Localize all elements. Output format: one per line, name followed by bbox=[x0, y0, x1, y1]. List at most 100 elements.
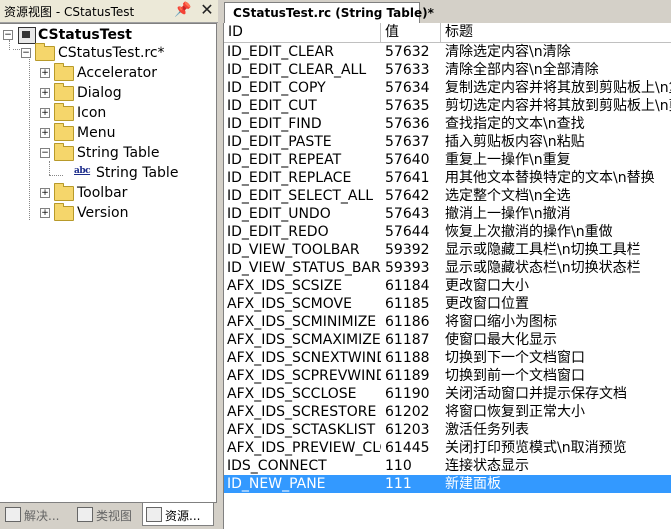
column-header-id[interactable]: ID bbox=[224, 23, 381, 42]
table-row[interactable]: ID_EDIT_REPEAT 57640 重复上一操作\n重复 bbox=[224, 151, 671, 169]
table-row[interactable]: AFX_IDS_PREVIEW_CLOSE61445 关闭打印预览模式\n取消预览 bbox=[224, 439, 671, 457]
cell-caption: 更改窗口大小 bbox=[445, 278, 529, 294]
table-row[interactable]: IDS_CONNECT 110 连接状态显示 bbox=[224, 457, 671, 475]
cell-id: ID_NEW_PANE bbox=[227, 476, 326, 492]
tree-folder-toolbar[interactable]: + Toolbar bbox=[38, 183, 208, 202]
cell-caption: 恢复上次撤消的操作\n重做 bbox=[445, 224, 613, 240]
table-row[interactable]: ID_EDIT_CLEAR 57632 清除选定内容\n清除 bbox=[224, 43, 671, 61]
table-row[interactable]: ID_EDIT_FIND 57636 查找指定的文本\n查找 bbox=[224, 115, 671, 133]
table-row[interactable]: ID_EDIT_REPLACE 57641 用其他文本替换特定的文本\n替换 bbox=[224, 169, 671, 187]
class-view-icon bbox=[77, 507, 93, 522]
tab-solution-explorer[interactable]: 解决... bbox=[2, 503, 72, 525]
folder-icon bbox=[54, 183, 74, 201]
string-table-grid: ID 值 标题 ID_EDIT_CLEAR 57632 清除选定内容\n清除 ID_E… bbox=[223, 23, 671, 529]
table-row[interactable]: ID_EDIT_PASTE 57637 插入剪贴板内容\n粘贴 bbox=[224, 133, 671, 151]
folder-icon bbox=[54, 103, 74, 121]
tab-resource-view[interactable]: 资源... bbox=[142, 503, 214, 526]
table-row[interactable]: AFX_IDS_SCCLOSE 61190 关闭活动窗口并提示保存文档 bbox=[224, 385, 671, 403]
cell-value: 57632 bbox=[385, 44, 430, 60]
cell-caption: 显示或隐藏工具栏\n切换工具栏 bbox=[445, 242, 641, 258]
cell-value: 57633 bbox=[385, 62, 430, 78]
collapse-icon[interactable]: − bbox=[3, 30, 13, 40]
expand-icon[interactable]: + bbox=[40, 108, 50, 118]
table-row[interactable]: AFX_IDS_SCNEXTWINDO...61188 切换到下一个文档窗口 bbox=[224, 349, 671, 367]
cell-id: AFX_IDS_SCTASKLIST bbox=[227, 422, 376, 438]
table-row[interactable]: AFX_IDS_SCMINIMIZE 61186 将窗口缩小为图标 bbox=[224, 313, 671, 331]
cell-value: 111 bbox=[385, 476, 412, 492]
close-icon[interactable]: ✕ bbox=[198, 1, 216, 19]
cell-value: 57636 bbox=[385, 116, 430, 132]
cell-id: ID_EDIT_SELECT_ALL bbox=[227, 188, 374, 204]
tree-folder-label: Toolbar bbox=[77, 185, 128, 201]
cell-value: 61445 bbox=[385, 440, 430, 456]
tab-label: 类视图 bbox=[96, 509, 133, 523]
tab-label: 资源... bbox=[165, 509, 201, 523]
table-row[interactable]: ID_EDIT_REDO 57644 恢复上次撤消的操作\n重做 bbox=[224, 223, 671, 241]
cell-id: ID_EDIT_CUT bbox=[227, 98, 317, 114]
table-row[interactable]: ID_EDIT_CUT 57635 剪切选定内容并将其放到剪贴板上\n剪切 bbox=[224, 97, 671, 115]
cell-caption: 插入剪贴板内容\n粘贴 bbox=[445, 134, 585, 150]
tree-folder-label: Icon bbox=[77, 105, 107, 121]
expand-icon[interactable]: + bbox=[40, 88, 50, 98]
table-row[interactable]: AFX_IDS_SCSIZE 61184 更改窗口大小 bbox=[224, 277, 671, 295]
cell-id: AFX_IDS_SCNEXTWINDO... bbox=[227, 350, 381, 366]
cell-caption: 关闭活动窗口并提示保存文档 bbox=[445, 386, 627, 402]
expand-icon[interactable]: + bbox=[40, 128, 50, 138]
tree-folder-label: String Table bbox=[77, 145, 160, 161]
cell-id: ID_EDIT_UNDO bbox=[227, 206, 331, 222]
table-row[interactable]: ID_VIEW_TOOLBAR 59392 显示或隐藏工具栏\n切换工具栏 bbox=[224, 241, 671, 259]
cell-caption: 清除全部内容\n全部清除 bbox=[445, 62, 599, 78]
tree-folder-icon[interactable]: + Icon bbox=[38, 103, 208, 122]
tree-folder-label: Version bbox=[77, 205, 129, 221]
cell-caption: 将窗口恢复到正常大小 bbox=[445, 404, 585, 420]
column-header-caption[interactable]: 标题 bbox=[441, 23, 671, 42]
cell-id: AFX_IDS_SCPREVWINDO... bbox=[227, 368, 381, 384]
tree-folder-dialog[interactable]: + Dialog bbox=[38, 83, 208, 102]
pin-icon[interactable]: 📌 bbox=[174, 1, 192, 19]
cell-value: 61184 bbox=[385, 278, 430, 294]
tree-folder-accelerator[interactable]: + Accelerator bbox=[38, 63, 208, 82]
cell-id: ID_EDIT_REDO bbox=[227, 224, 329, 240]
table-row[interactable]: AFX_IDS_SCRESTORE 61202 将窗口恢复到正常大小 bbox=[224, 403, 671, 421]
tree-folder-label: Accelerator bbox=[77, 65, 157, 81]
cell-id: ID_EDIT_CLEAR bbox=[227, 44, 334, 60]
tree-folder-menu[interactable]: + Menu bbox=[38, 123, 208, 142]
table-row[interactable]: ID_EDIT_CLEAR_ALL 57633 清除全部内容\n全部清除 bbox=[224, 61, 671, 79]
table-row[interactable]: ID_VIEW_STATUS_BAR 59393 显示或隐藏状态栏\n切换状态栏 bbox=[224, 259, 671, 277]
cell-value: 61185 bbox=[385, 296, 430, 312]
tree-root[interactable]: − CStatusTest bbox=[2, 26, 212, 44]
editor-tab-title: CStatusTest.rc (String Table)* bbox=[233, 6, 434, 20]
tree-folder-version[interactable]: + Version bbox=[38, 203, 208, 222]
tree-string-table-item[interactable]: abc String Table bbox=[74, 164, 210, 182]
string-table-icon: abc bbox=[74, 166, 91, 176]
table-row[interactable]: AFX_IDS_SCMOVE 61185 更改窗口位置 bbox=[224, 295, 671, 313]
cell-id: ID_EDIT_PASTE bbox=[227, 134, 332, 150]
cell-value: 61190 bbox=[385, 386, 430, 402]
cell-value: 57637 bbox=[385, 134, 430, 150]
table-row[interactable]: AFX_IDS_SCMAXIMIZE 61187 使窗口最大化显示 bbox=[224, 331, 671, 349]
table-row[interactable]: AFX_IDS_SCTASKLIST 61203 激活任务列表 bbox=[224, 421, 671, 439]
cell-caption: 查找指定的文本\n查找 bbox=[445, 116, 585, 132]
table-row[interactable]: ID_EDIT_COPY 57634 复制选定内容并将其放到剪贴板上\n复制 bbox=[224, 79, 671, 97]
cell-caption: 复制选定内容并将其放到剪贴板上\n复制 bbox=[445, 80, 671, 96]
cell-id: ID_VIEW_STATUS_BAR bbox=[227, 260, 381, 276]
collapse-icon[interactable]: − bbox=[21, 48, 31, 58]
table-row[interactable]: ID_EDIT_UNDO 57643 撤消上一操作\n撤消 bbox=[224, 205, 671, 223]
tree-folder-string-table[interactable]: − String Table bbox=[38, 143, 208, 162]
expand-icon[interactable]: + bbox=[40, 68, 50, 78]
table-row[interactable]: AFX_IDS_SCPREVWINDO...61189 切换到前一个文档窗口 bbox=[224, 367, 671, 385]
editor-tab[interactable]: CStatusTest.rc (String Table)* bbox=[224, 2, 434, 23]
cell-id: AFX_IDS_SCRESTORE bbox=[227, 404, 377, 420]
tab-class-view[interactable]: 类视图 bbox=[74, 503, 140, 525]
table-row[interactable]: ID_EDIT_SELECT_ALL 57642 选定整个文档\n全选 bbox=[224, 187, 671, 205]
expand-icon[interactable]: + bbox=[40, 208, 50, 218]
project-icon bbox=[18, 27, 36, 44]
collapse-icon[interactable]: − bbox=[40, 148, 50, 158]
cell-value: 57635 bbox=[385, 98, 430, 114]
cell-caption: 关闭打印预览模式\n取消预览 bbox=[445, 440, 627, 456]
cell-caption: 重复上一操作\n重复 bbox=[445, 152, 571, 168]
column-header-value[interactable]: 值 bbox=[381, 23, 441, 42]
expand-icon[interactable]: + bbox=[40, 188, 50, 198]
table-row[interactable]: ID_NEW_PANE 111 新建面板 bbox=[224, 475, 671, 493]
tree-rc-file[interactable]: − CStatusTest.rc* bbox=[18, 43, 208, 62]
